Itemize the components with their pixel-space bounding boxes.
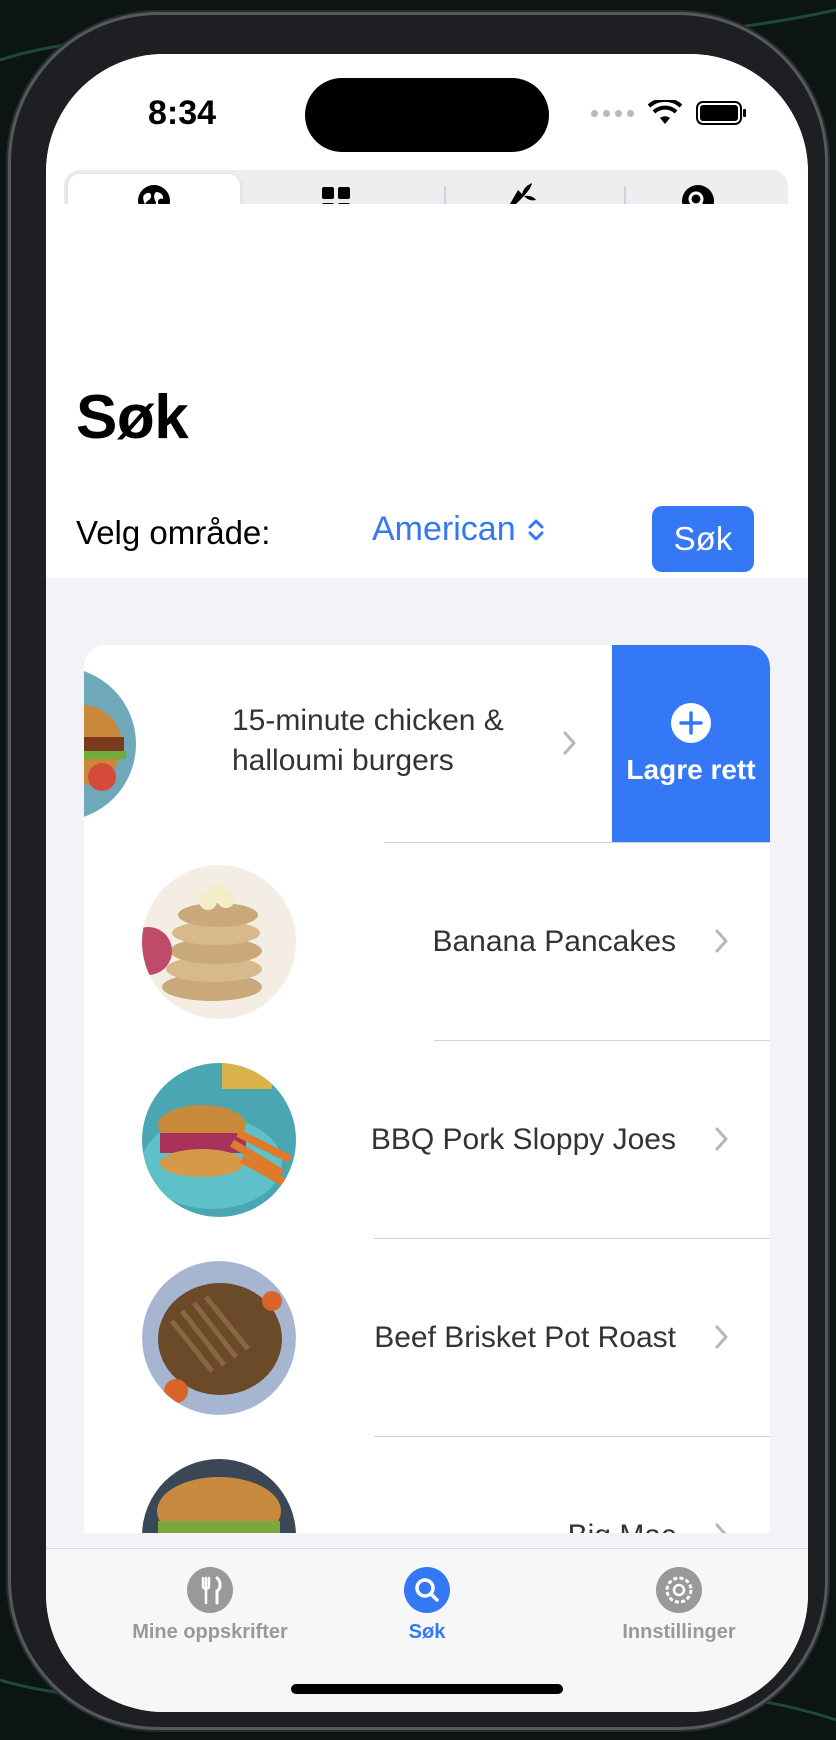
chevron-up-down-icon <box>528 519 544 540</box>
tab-label: Søk <box>408 1621 446 1643</box>
recipe-title: BBQ Pork Sloppy Joes <box>370 1123 676 1156</box>
recipe-title: Banana Pancakes <box>432 925 676 958</box>
tab-search[interactable]: Søk <box>317 1567 537 1644</box>
chevron-right-icon <box>715 1523 727 1533</box>
recipe-row[interactable]: Beef Brisket Pot Roast <box>84 1239 770 1437</box>
recipe-image <box>142 1063 296 1217</box>
area-label: Velg område: <box>76 514 271 551</box>
tab-my-recipes[interactable]: Mine oppskrifter <box>100 1567 320 1644</box>
wifi-icon <box>648 100 682 124</box>
area-picker[interactable]: American <box>372 510 546 549</box>
home-indicator <box>291 1684 563 1694</box>
fork-knife-icon <box>187 1567 233 1613</box>
chevron-right-icon <box>715 929 728 953</box>
area-picker-value: American <box>372 510 516 548</box>
recipe-title: Big Mac <box>568 1437 676 1533</box>
recipe-row[interactable]: Big Mac <box>84 1437 770 1533</box>
chevron-right-icon <box>563 731 576 755</box>
dynamic-island <box>305 78 549 152</box>
search-header: Søk Velg område: American Søk <box>46 204 808 578</box>
search-icon <box>404 1567 450 1613</box>
recipe-image <box>142 865 296 1019</box>
recipe-image <box>142 1459 296 1533</box>
save-recipe-label: Lagre rett <box>626 754 756 785</box>
recipe-row[interactable]: Banana Pancakes <box>84 843 770 1041</box>
gear-icon <box>656 1567 702 1613</box>
status-icons <box>591 100 748 126</box>
status-time: 8:34 <box>148 94 217 132</box>
tab-label: Mine oppskrifter <box>132 1621 288 1643</box>
search-button[interactable]: Søk <box>652 506 754 572</box>
tab-settings[interactable]: Innstillinger <box>569 1567 789 1644</box>
recipe-title: 15-minute chicken & halloumi burgers <box>232 704 504 777</box>
plus-circle-icon <box>671 703 711 743</box>
tab-label: Innstillinger <box>622 1621 736 1643</box>
recipe-image <box>84 667 136 821</box>
save-recipe-action[interactable]: Lagre rett <box>612 645 770 843</box>
chevron-right-icon <box>715 1127 728 1151</box>
recipe-image <box>142 1261 296 1415</box>
cellular-signal-icon <box>591 109 634 117</box>
status-bar: 8:34 <box>46 54 808 232</box>
recipe-list: 15-minute chicken & halloumi burgers Lag… <box>84 645 770 1533</box>
recipe-row[interactable]: BBQ Pork Sloppy Joes <box>84 1041 770 1239</box>
battery-icon <box>696 101 746 125</box>
page-title: Søk <box>76 383 189 452</box>
app-screen: 8:34 Søk Velg område: American Søk 15-mi… <box>46 54 808 1712</box>
recipe-row-swiped[interactable]: 15-minute chicken & halloumi burgers Lag… <box>84 645 770 843</box>
chevron-right-icon <box>715 1325 728 1349</box>
recipe-title: Beef Brisket Pot Roast <box>374 1321 676 1354</box>
phone-frame: 8:34 Søk Velg område: American Søk 15-mi… <box>8 12 828 1730</box>
